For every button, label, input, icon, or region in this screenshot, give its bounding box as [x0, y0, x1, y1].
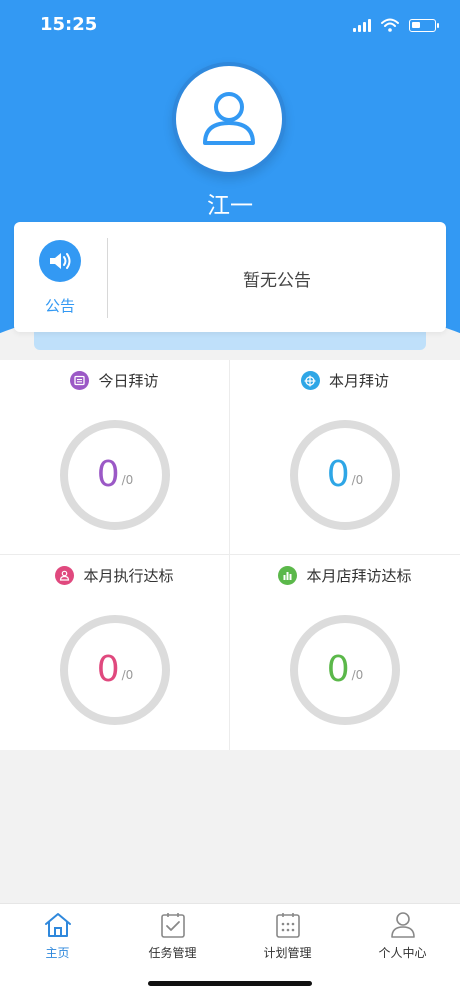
signal-icon [353, 18, 371, 32]
target-icon [300, 371, 320, 390]
user-icon [203, 92, 255, 145]
avatar[interactable] [172, 62, 286, 176]
stat-value: 0 [326, 649, 350, 690]
notice-text: 暂无公告 [243, 271, 311, 291]
stat-value: 0 [96, 454, 120, 495]
stats-grid: 今日拜访 0 /0 本月拜访 0 /0 本月执行达标 0 /0 本月店拜访达标 … [0, 360, 460, 750]
stat-month-visits[interactable]: 本月拜访 0 /0 [230, 360, 460, 555]
status-time: 15:25 [40, 14, 98, 35]
home-icon [43, 910, 73, 940]
home-indicator [148, 981, 312, 986]
tab-home[interactable]: 主页 [0, 910, 115, 970]
stat-total: /0 [351, 473, 364, 487]
tab-label: 个人中心 [378, 946, 427, 960]
stat-title: 本月拜访 [328, 372, 389, 390]
tab-label: 计划管理 [263, 946, 312, 960]
task-icon [158, 910, 188, 940]
notice-label: 公告 [44, 297, 75, 315]
status-icons [353, 16, 439, 34]
battery-icon [409, 18, 439, 32]
stat-title-row: 本月拜访 [230, 370, 460, 391]
tab-plan-management[interactable]: 计划管理 [230, 910, 345, 970]
stat-title-row: 本月店拜访达标 [230, 565, 460, 586]
stat-total: /0 [121, 668, 134, 682]
stat-title: 本月执行达标 [83, 567, 174, 585]
tab-task-management[interactable]: 任务管理 [115, 910, 230, 970]
stat-value: 0 [326, 454, 350, 495]
bar-chart-icon [278, 566, 298, 585]
status-bar: 15:25 [0, 0, 460, 50]
stat-title-row: 本月执行达标 [0, 565, 229, 586]
wifi-icon [381, 18, 399, 32]
person-icon [55, 566, 75, 585]
tab-label: 主页 [45, 946, 70, 960]
stat-month-execution[interactable]: 本月执行达标 0 /0 [0, 555, 230, 750]
stat-title: 本月店拜访达标 [306, 567, 412, 585]
stat-today-visits[interactable]: 今日拜访 0 /0 [0, 360, 230, 555]
speaker-icon [39, 240, 81, 282]
stat-total: /0 [351, 668, 364, 682]
calendar-grid-icon [273, 910, 303, 940]
stat-title-row: 今日拜访 [0, 370, 229, 391]
tab-label: 任务管理 [148, 946, 197, 960]
tab-personal-center[interactable]: 个人中心 [345, 910, 460, 970]
user-name: 江一 [207, 193, 253, 219]
stat-ring: 0 /0 [290, 420, 400, 530]
calendar-icon [70, 371, 90, 390]
notice-card[interactable]: 公告 暂无公告 [14, 222, 446, 332]
stat-ring: 0 /0 [60, 420, 170, 530]
stat-total: /0 [121, 473, 134, 487]
user-icon [388, 910, 418, 940]
stat-title: 今日拜访 [98, 372, 159, 390]
stat-ring: 0 /0 [290, 615, 400, 725]
stat-ring: 0 /0 [60, 615, 170, 725]
stat-value: 0 [96, 649, 120, 690]
stat-month-store-visits[interactable]: 本月店拜访达标 0 /0 [230, 555, 460, 750]
